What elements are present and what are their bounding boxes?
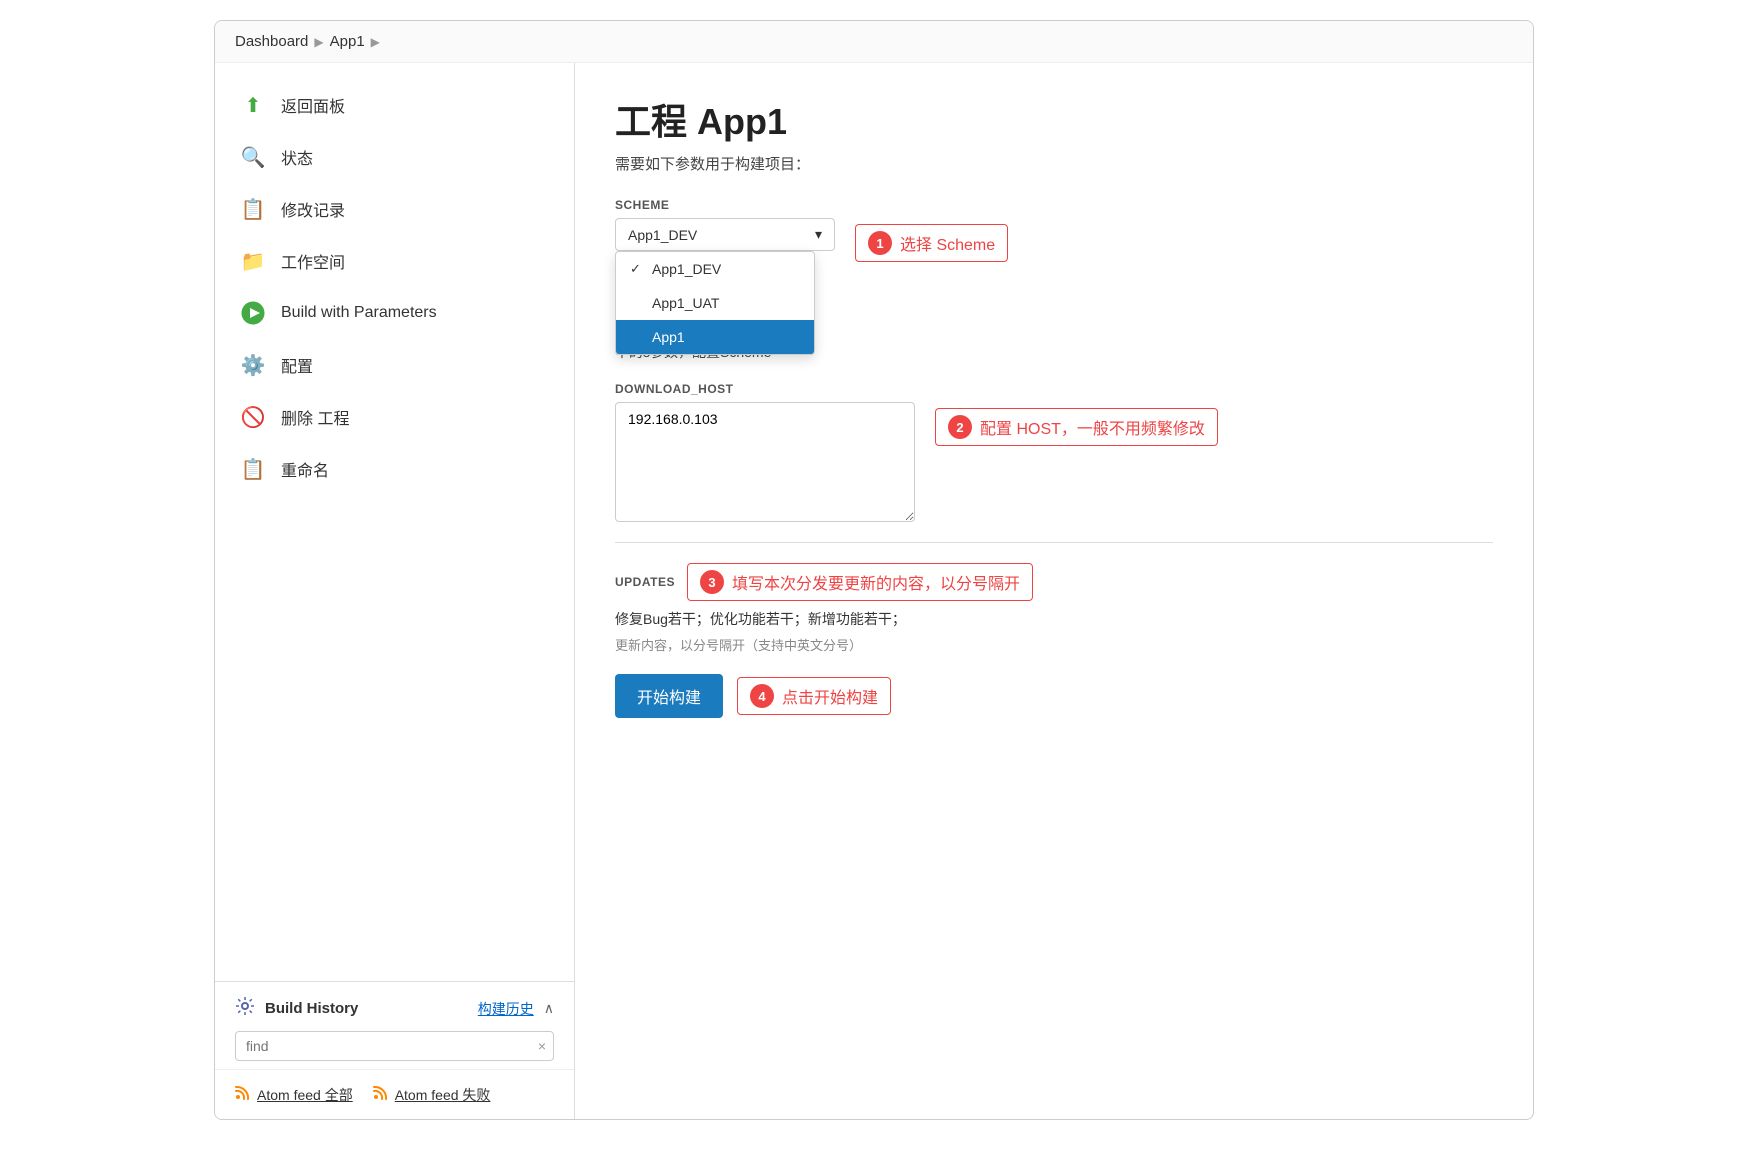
scheme-option-app1-label: App1 xyxy=(652,329,685,345)
breadcrumb: Dashboard ▶ App1 ▶ xyxy=(215,21,1533,63)
atom-feed-fail-icon xyxy=(373,1084,389,1105)
scheme-callout: 1 选择 Scheme xyxy=(855,224,1008,262)
sidebar-label-changelog: 修改记录 xyxy=(281,197,345,221)
build-history-title: Build History xyxy=(235,996,358,1021)
sidebar-label-config: 配置 xyxy=(281,353,313,377)
build-params-icon xyxy=(239,299,267,327)
breadcrumb-app1[interactable]: App1 xyxy=(330,33,365,50)
atom-feed-all-link[interactable]: Atom feed 全部 xyxy=(235,1084,353,1105)
scheme-form-group: SCHEME App1_DEV ▾ ✓ App1_DEV xyxy=(615,198,1493,362)
scheme-option-app1-check xyxy=(630,330,644,345)
scheme-option-uat-label: App1_UAT xyxy=(652,295,719,311)
host-callout-number: 2 xyxy=(948,415,972,439)
scheme-dropdown-trigger[interactable]: App1_DEV ▾ xyxy=(615,218,835,251)
app-wrapper: Dashboard ▶ App1 ▶ ⬆ 返回面板 🔍 状态 📋 修改记录 xyxy=(214,20,1534,1120)
workspace-icon: 📁 xyxy=(239,247,267,275)
scheme-dropdown-container: App1_DEV ▾ ✓ App1_DEV App1_UAT xyxy=(615,218,835,251)
sidebar-item-status[interactable]: 🔍 状态 xyxy=(215,131,574,183)
host-input[interactable]: 192.168.0.103 xyxy=(615,402,915,522)
build-history-gear-icon xyxy=(235,996,255,1021)
updates-callout: 3 填写本次分发要更新的内容，以分号隔开 xyxy=(687,563,1033,601)
build-history-cn-link[interactable]: 构建历史 xyxy=(478,999,534,1019)
sidebar-item-changelog[interactable]: 📋 修改记录 xyxy=(215,183,574,235)
updates-label: UPDATES xyxy=(615,575,675,589)
updates-callout-text: 填写本次分发要更新的内容，以分号隔开 xyxy=(732,570,1020,594)
main-layout: ⬆ 返回面板 🔍 状态 📋 修改记录 📁 工作空间 xyxy=(215,63,1533,1119)
sidebar-item-rename[interactable]: 📋 重命名 xyxy=(215,443,574,495)
build-history-label: Build History xyxy=(265,1000,358,1017)
atom-feed-fail-label: Atom feed 失败 xyxy=(395,1085,491,1105)
build-history-section: Build History 构建历史 ∧ × xyxy=(215,981,574,1069)
sidebar-item-config[interactable]: ⚙️ 配置 xyxy=(215,339,574,391)
back-icon: ⬆ xyxy=(239,91,267,119)
search-clear-button[interactable]: × xyxy=(538,1038,546,1054)
host-form-group: DOWNLOAD_HOST 192.168.0.103 2 配置 HOST，一般… xyxy=(615,382,1493,522)
build-callout-text: 点击开始构建 xyxy=(782,684,878,708)
breadcrumb-dashboard[interactable]: Dashboard xyxy=(235,33,308,50)
sidebar-label-rename: 重命名 xyxy=(281,457,329,481)
scheme-option-uat-check xyxy=(630,296,644,311)
section-divider xyxy=(615,542,1493,543)
changelog-icon: 📋 xyxy=(239,195,267,223)
page-subtitle: 需要如下参数用于构建项目： xyxy=(615,153,1493,174)
config-icon: ⚙️ xyxy=(239,351,267,379)
scheme-row: App1_DEV ▾ ✓ App1_DEV App1_UAT xyxy=(615,218,1493,262)
updates-form-group: UPDATES 3 填写本次分发要更新的内容，以分号隔开 修复Bug若干；优化功… xyxy=(615,563,1493,654)
updates-hint: 更新内容，以分号隔开（支持中英文分号） xyxy=(615,635,1493,654)
sidebar-item-delete[interactable]: 🚫 删除 工程 xyxy=(215,391,574,443)
host-callout: 2 配置 HOST，一般不用频繁修改 xyxy=(935,408,1218,446)
scheme-option-uat[interactable]: App1_UAT xyxy=(616,286,814,320)
scheme-callout-number: 1 xyxy=(868,231,892,255)
atom-feed-fail-link[interactable]: Atom feed 失败 xyxy=(373,1084,491,1105)
scheme-option-dev[interactable]: ✓ App1_DEV xyxy=(616,252,814,286)
build-row: 开始构建 4 点击开始构建 xyxy=(615,674,1493,718)
sidebar: ⬆ 返回面板 🔍 状态 📋 修改记录 📁 工作空间 xyxy=(215,63,575,1119)
sidebar-item-build-with-params[interactable]: Build with Parameters xyxy=(215,287,574,339)
scheme-option-dev-check: ✓ xyxy=(630,261,644,277)
sidebar-label-workspace: 工作空间 xyxy=(281,249,345,273)
page-title: 工程 App1 xyxy=(615,93,1493,145)
updates-value: 修复Bug若干；优化功能若干；新增功能若干； xyxy=(615,609,1493,629)
updates-callout-number: 3 xyxy=(700,570,724,594)
breadcrumb-arrow-1: ▶ xyxy=(314,35,323,49)
host-label: DOWNLOAD_HOST xyxy=(615,382,1493,396)
breadcrumb-arrow-2: ▶ xyxy=(371,35,380,49)
delete-icon: 🚫 xyxy=(239,403,267,431)
scheme-option-dev-label: App1_DEV xyxy=(652,261,721,277)
atom-feed-section: Atom feed 全部 Atom feed 失败 xyxy=(215,1069,574,1119)
scheme-dropdown-value: App1_DEV xyxy=(628,227,697,243)
updates-row: UPDATES 3 填写本次分发要更新的内容，以分号隔开 xyxy=(615,563,1493,601)
build-history-chevron[interactable]: ∧ xyxy=(544,1000,554,1017)
atom-feed-all-icon xyxy=(235,1084,251,1105)
atom-feed-all-label: Atom feed 全部 xyxy=(257,1085,353,1105)
build-history-header: Build History 构建历史 ∧ xyxy=(235,996,554,1021)
sidebar-item-workspace[interactable]: 📁 工作空间 xyxy=(215,235,574,287)
sidebar-label-build-with-params: Build with Parameters xyxy=(281,304,437,322)
content-area: 工程 App1 需要如下参数用于构建项目： SCHEME App1_DEV ▾ … xyxy=(575,63,1533,1119)
build-button[interactable]: 开始构建 xyxy=(615,674,723,718)
scheme-dropdown-menu: ✓ App1_DEV App1_UAT App1 xyxy=(615,251,815,355)
build-history-search-input[interactable] xyxy=(235,1031,554,1061)
scheme-callout-text: 选择 Scheme xyxy=(900,231,995,255)
sidebar-label-status: 状态 xyxy=(281,145,313,169)
host-callout-text: 配置 HOST，一般不用频繁修改 xyxy=(980,415,1205,439)
sidebar-label-delete: 删除 工程 xyxy=(281,405,349,429)
host-row: 192.168.0.103 2 配置 HOST，一般不用频繁修改 xyxy=(615,402,1493,522)
scheme-option-app1[interactable]: App1 xyxy=(616,320,814,354)
status-icon: 🔍 xyxy=(239,143,267,171)
build-callout-number: 4 xyxy=(750,684,774,708)
sidebar-label-back: 返回面板 xyxy=(281,93,345,117)
sidebar-item-back[interactable]: ⬆ 返回面板 xyxy=(215,79,574,131)
sidebar-nav: ⬆ 返回面板 🔍 状态 📋 修改记录 📁 工作空间 xyxy=(215,63,574,981)
scheme-dropdown-arrow: ▾ xyxy=(815,226,822,243)
search-wrapper: × xyxy=(235,1031,554,1061)
build-callout: 4 点击开始构建 xyxy=(737,677,891,715)
rename-icon: 📋 xyxy=(239,455,267,483)
scheme-label: SCHEME xyxy=(615,198,1493,212)
